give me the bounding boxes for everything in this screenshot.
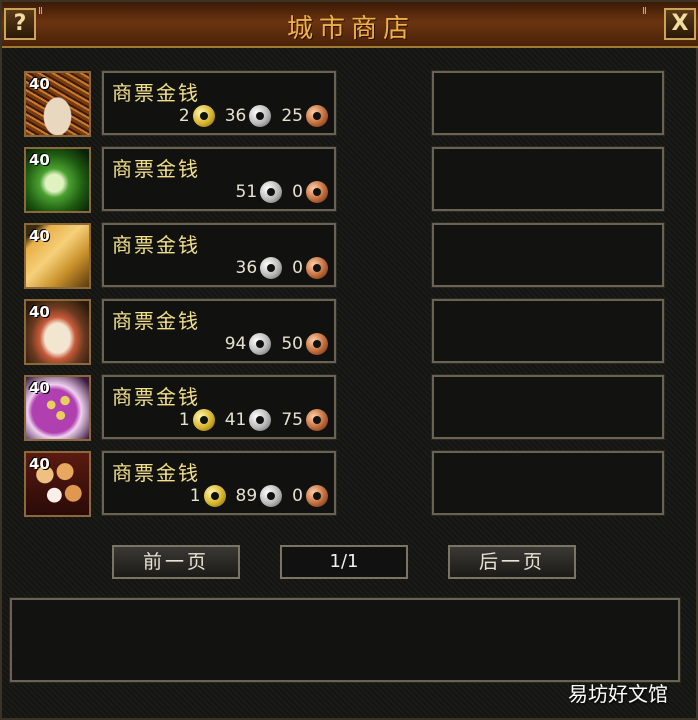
- copper-coin-icon: [306, 181, 328, 203]
- price-list: 1 89 0: [180, 485, 328, 507]
- empty-slot[interactable]: [431, 146, 665, 212]
- copper-amount: 25: [281, 106, 303, 126]
- price-box[interactable]: 商票金钱 51 0: [101, 146, 337, 212]
- herbs-icon[interactable]: 40: [24, 71, 91, 137]
- empty-slot[interactable]: [431, 222, 665, 288]
- silver-amount: 94: [224, 334, 247, 354]
- silver-amount: 36: [224, 106, 247, 126]
- empty-slot[interactable]: [431, 70, 665, 136]
- gold-coin-icon: [192, 409, 215, 431]
- close-button[interactable]: X: [664, 8, 696, 40]
- empty-slot[interactable]: [431, 298, 665, 364]
- cabbage-icon[interactable]: 40: [24, 147, 91, 213]
- page-indicator: 1/1: [280, 545, 408, 579]
- currency-label: 商票金钱: [112, 81, 200, 105]
- currency-label: 商票金钱: [112, 157, 200, 181]
- gold-coin-icon: [192, 105, 215, 127]
- salt-meat-icon[interactable]: 40: [24, 299, 91, 365]
- gold-amount: 1: [178, 410, 190, 430]
- silver-coin-icon: [249, 333, 272, 355]
- next-page-button[interactable]: 后一页: [448, 545, 576, 579]
- gold-coin-icon: [203, 485, 226, 507]
- copper-coin-icon: [306, 409, 328, 431]
- silver-amount: 41: [224, 410, 247, 430]
- silver-amount: 36: [235, 258, 258, 278]
- item-level-label: 40: [29, 75, 50, 93]
- copper-coin-icon: [306, 105, 328, 127]
- copper-amount: 0: [292, 258, 303, 278]
- window-title: 城市商店: [286, 14, 415, 44]
- price-list: 2 36 25: [169, 105, 328, 127]
- price-box[interactable]: 商票金钱 36 0: [101, 222, 337, 288]
- price-list: 94 50: [215, 333, 328, 355]
- price-list: 1 41 75: [169, 409, 328, 431]
- currency-label: 商票金钱: [112, 233, 200, 257]
- item-level-label: 40: [29, 303, 50, 321]
- message-box: [9, 597, 681, 683]
- silver-coin-icon: [260, 485, 283, 507]
- gold-amount: 1: [189, 486, 201, 506]
- empty-slot[interactable]: [431, 374, 665, 440]
- price-list: 51 0: [226, 181, 328, 203]
- copper-amount: 0: [292, 486, 303, 506]
- title-bar[interactable]: ? Ⅱ 城市商店 Ⅱ X: [2, 2, 698, 48]
- copper-amount: 75: [281, 410, 303, 430]
- copper-amount: 0: [292, 182, 303, 202]
- price-box[interactable]: 商票金钱 2 36 25: [101, 70, 337, 136]
- price-box[interactable]: 商票金钱 94 50: [101, 298, 337, 364]
- price-box[interactable]: 商票金钱 1 89 0: [101, 450, 337, 516]
- tofu-skin-icon[interactable]: 40: [24, 223, 91, 289]
- silver-coin-icon: [249, 409, 272, 431]
- item-level-label: 40: [29, 455, 50, 473]
- copper-coin-icon: [306, 485, 328, 507]
- silver-coin-icon: [260, 257, 283, 279]
- currency-label: 商票金钱: [112, 309, 200, 333]
- prev-page-button[interactable]: 前一页: [112, 545, 240, 579]
- longan-icon[interactable]: 40: [24, 451, 91, 517]
- price-box[interactable]: 商票金钱 1 41 75: [101, 374, 337, 440]
- beans-bowl-icon[interactable]: 40: [24, 375, 91, 441]
- silver-coin-icon: [249, 105, 272, 127]
- watermark: 易坊好文馆: [568, 682, 668, 706]
- silver-amount: 51: [235, 182, 258, 202]
- item-level-label: 40: [29, 151, 50, 169]
- empty-slot[interactable]: [431, 450, 665, 516]
- copper-coin-icon: [306, 333, 328, 355]
- item-level-label: 40: [29, 379, 50, 397]
- copper-coin-icon: [306, 257, 328, 279]
- copper-amount: 50: [281, 334, 303, 354]
- currency-label: 商票金钱: [112, 461, 200, 485]
- silver-amount: 89: [235, 486, 258, 506]
- minimize-icon[interactable]: Ⅱ: [642, 6, 647, 17]
- currency-label: 商票金钱: [112, 385, 200, 409]
- item-level-label: 40: [29, 227, 50, 245]
- city-shop-window: ? Ⅱ 城市商店 Ⅱ X 40 商票金钱 2 36 25 40 商票金钱 51 0 40 商票金钱 3…: [0, 0, 698, 720]
- price-list: 36 0: [226, 257, 328, 279]
- silver-coin-icon: [260, 181, 283, 203]
- gold-amount: 2: [178, 106, 190, 126]
